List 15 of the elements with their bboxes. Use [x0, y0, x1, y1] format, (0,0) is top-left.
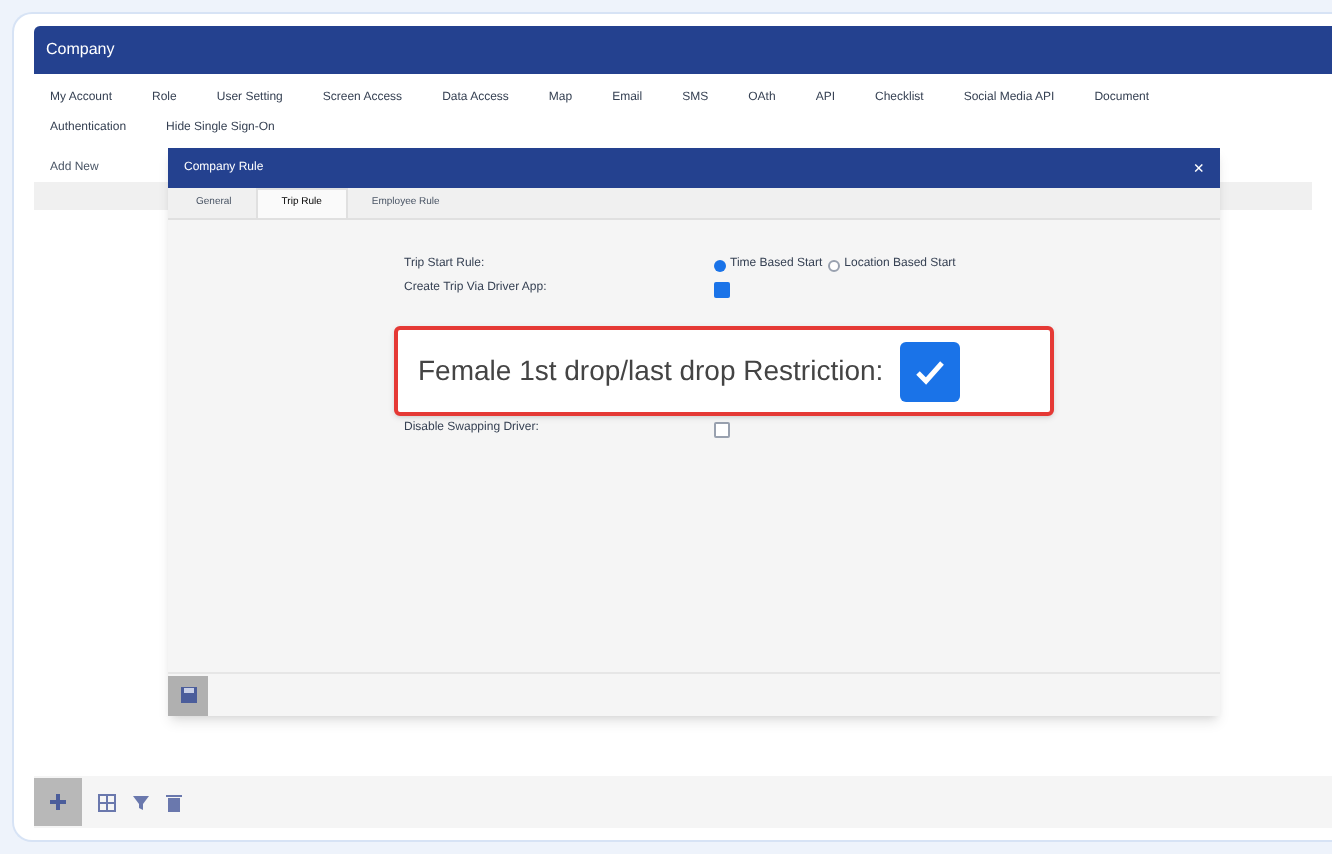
window-title: Company	[46, 38, 115, 62]
checkbox[interactable]	[714, 281, 730, 297]
add-button[interactable]	[34, 778, 82, 826]
grid-icon[interactable]	[98, 793, 116, 811]
checkbox[interactable]	[899, 341, 960, 401]
save-button[interactable]	[168, 675, 208, 715]
callout-label: Female 1st drop/last drop Restriction:	[418, 352, 884, 390]
plus-icon	[48, 792, 68, 812]
checkbox[interactable]	[714, 421, 730, 437]
radio-button[interactable]	[828, 259, 841, 271]
filter-icon[interactable]	[132, 793, 150, 811]
trash-icon[interactable]	[166, 793, 182, 811]
close-button[interactable]: ×	[1193, 159, 1204, 177]
radio-button[interactable]	[714, 259, 726, 271]
save-icon	[179, 686, 197, 704]
